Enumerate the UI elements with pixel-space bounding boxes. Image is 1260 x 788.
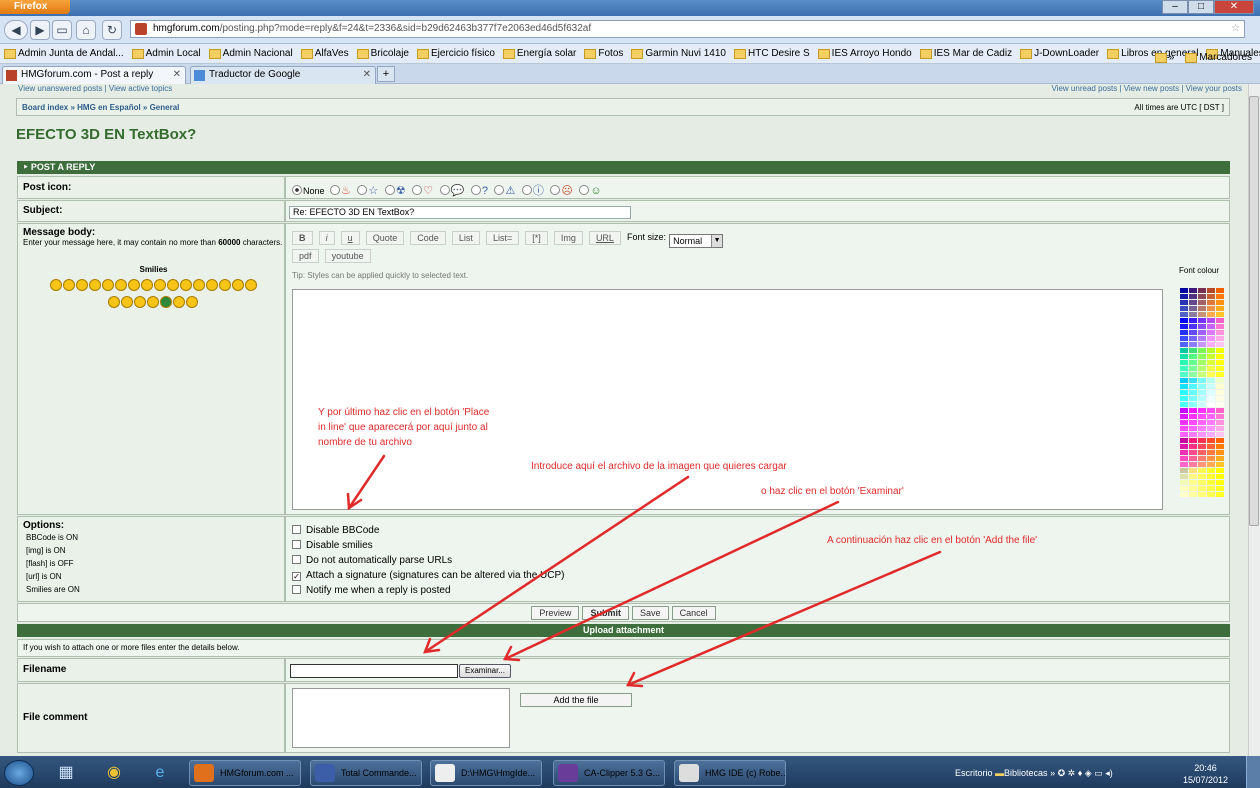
bookmark-item[interactable]: IES Arroyo Hondo bbox=[814, 44, 916, 59]
bookmark-item[interactable]: Garmin Nuvi 1410 bbox=[627, 44, 730, 59]
firefox-icon bbox=[194, 764, 214, 782]
bookmark-star-icon[interactable]: ☆ bbox=[1231, 21, 1240, 37]
title-bar bbox=[0, 0, 1260, 16]
libraries-folder-icon: ▬ bbox=[995, 768, 1005, 778]
bookmark-item[interactable]: Admin Nacional bbox=[205, 44, 297, 59]
chrome-icon[interactable]: ◉ bbox=[100, 760, 128, 786]
tab-label: HMGforum.com - Post a reply bbox=[21, 69, 154, 80]
bookmark-item[interactable]: Ejercicio físico bbox=[413, 44, 499, 59]
bookmarks-folder-label[interactable]: Marcadores bbox=[1181, 48, 1256, 63]
tab-google-translate[interactable]: Traductor de Google ✕ bbox=[190, 66, 376, 84]
task-ca-clipper[interactable]: CA-Clipper 5.3 G... bbox=[553, 760, 665, 786]
reload-icon[interactable]: ↻ bbox=[102, 20, 122, 40]
bookmark-item[interactable]: HTC Desire S bbox=[730, 44, 814, 59]
arrow-line bbox=[347, 454, 386, 510]
bookmarks-bar: Admin Junta de Andal... Admin Local Admin … bbox=[0, 44, 1260, 64]
bookmarks-menu[interactable]: » Marcadores bbox=[1151, 48, 1256, 63]
clock-date: 15/07/2012 bbox=[1182, 775, 1228, 785]
url-domain: hmgforum.com bbox=[153, 23, 220, 34]
tab-close-icon[interactable]: ✕ bbox=[363, 67, 371, 83]
clock-time: 20:46 bbox=[1194, 763, 1217, 773]
url-bar[interactable]: hmgforum.com/posting.php?mode=reply&f=24… bbox=[130, 20, 1245, 38]
arrow-line bbox=[626, 550, 942, 687]
minimize-button[interactable]: – bbox=[1162, 0, 1188, 14]
task-total-commander[interactable]: Total Commande... bbox=[310, 760, 422, 786]
toolbar-overflow-chevron[interactable]: » bbox=[1050, 768, 1055, 778]
back-icon[interactable]: ◀ bbox=[4, 20, 28, 40]
task-label: CA-Clipper 5.3 G... bbox=[584, 768, 661, 778]
window-controls: – □ ✕ bbox=[1162, 0, 1254, 14]
clock[interactable]: 20:46 15/07/2012 bbox=[1183, 760, 1228, 786]
notepad-icon bbox=[435, 764, 455, 782]
bookmarks-overflow-chevron[interactable]: » bbox=[1151, 48, 1179, 63]
task-label: Total Commande... bbox=[341, 768, 417, 778]
arrow-line bbox=[503, 500, 840, 661]
tab-hmgforum[interactable]: HMGforum.com - Post a reply ✕ bbox=[2, 66, 186, 84]
task-label: D:\HMG\HmgIde... bbox=[461, 768, 536, 778]
url-path: /posting.php?mode=reply&f=24&t=2336&sid=… bbox=[219, 23, 592, 34]
tab-label: Traductor de Google bbox=[209, 69, 301, 80]
google-translate-icon bbox=[194, 70, 205, 81]
site-favicon-icon bbox=[135, 23, 147, 35]
book-icon bbox=[558, 764, 578, 782]
start-button[interactable] bbox=[4, 760, 34, 786]
floppy-icon bbox=[315, 764, 335, 782]
window-icon[interactable]: ▭ bbox=[52, 20, 72, 40]
task-hmg-ide[interactable]: HMG IDE (c) Robe... bbox=[674, 760, 786, 786]
new-tab-icon[interactable]: + bbox=[377, 66, 395, 82]
scrollbar-thumb[interactable] bbox=[1249, 96, 1259, 526]
bookmark-item[interactable]: Admin Junta de Andal... bbox=[0, 44, 128, 59]
show-desktop-button[interactable] bbox=[1246, 756, 1260, 788]
bookmark-item[interactable]: J-DownLoader bbox=[1016, 44, 1103, 59]
bookmark-item[interactable]: IES Mar de Cadiz bbox=[916, 44, 1016, 59]
forward-icon[interactable]: ▶ bbox=[30, 20, 50, 40]
libraries-toolbar[interactable]: Bibliotecas bbox=[1004, 768, 1048, 778]
arrow-line bbox=[423, 475, 690, 654]
page-content: View unanswered posts | View active topi… bbox=[0, 84, 1248, 756]
site-favicon-icon bbox=[6, 70, 17, 81]
bookmark-item[interactable]: Energía solar bbox=[499, 44, 580, 59]
tab-bar: HMGforum.com - Post a reply ✕ Traductor d… bbox=[0, 64, 1260, 84]
task-firefox[interactable]: HMGforum.com ... bbox=[189, 760, 301, 786]
internet-explorer-icon[interactable]: e bbox=[146, 760, 174, 786]
firefox-menu-button[interactable]: Firefox bbox=[0, 0, 70, 14]
bookmark-item[interactable]: AlfaVes bbox=[297, 44, 353, 59]
task-hmgide-editor[interactable]: D:\HMG\HmgIde... bbox=[430, 760, 542, 786]
home-icon[interactable]: ⌂ bbox=[76, 20, 96, 40]
desktop-toolbar[interactable]: Escritorio bbox=[955, 768, 993, 778]
window-icon bbox=[679, 764, 699, 782]
system-tray: Escritorio ▬Bibliotecas » ✪ ✲ ♦ ◈ ▭ ◂) bbox=[955, 760, 1113, 786]
calculator-icon[interactable]: ▦ bbox=[52, 760, 80, 786]
bookmark-item[interactable]: Admin Local bbox=[128, 44, 205, 59]
maximize-button[interactable]: □ bbox=[1188, 0, 1214, 14]
tab-close-icon[interactable]: ✕ bbox=[173, 67, 181, 83]
bookmark-item[interactable]: Bricolaje bbox=[353, 44, 413, 59]
tray-icons[interactable]: ✪ ✲ ♦ ◈ ▭ ◂) bbox=[1058, 768, 1113, 778]
annotation-arrows bbox=[346, 454, 942, 688]
task-label: HMG IDE (c) Robe... bbox=[705, 768, 786, 778]
close-button[interactable]: ✕ bbox=[1214, 0, 1254, 14]
bookmark-item[interactable]: Fotos bbox=[580, 44, 627, 59]
task-label: HMGforum.com ... bbox=[220, 768, 294, 778]
